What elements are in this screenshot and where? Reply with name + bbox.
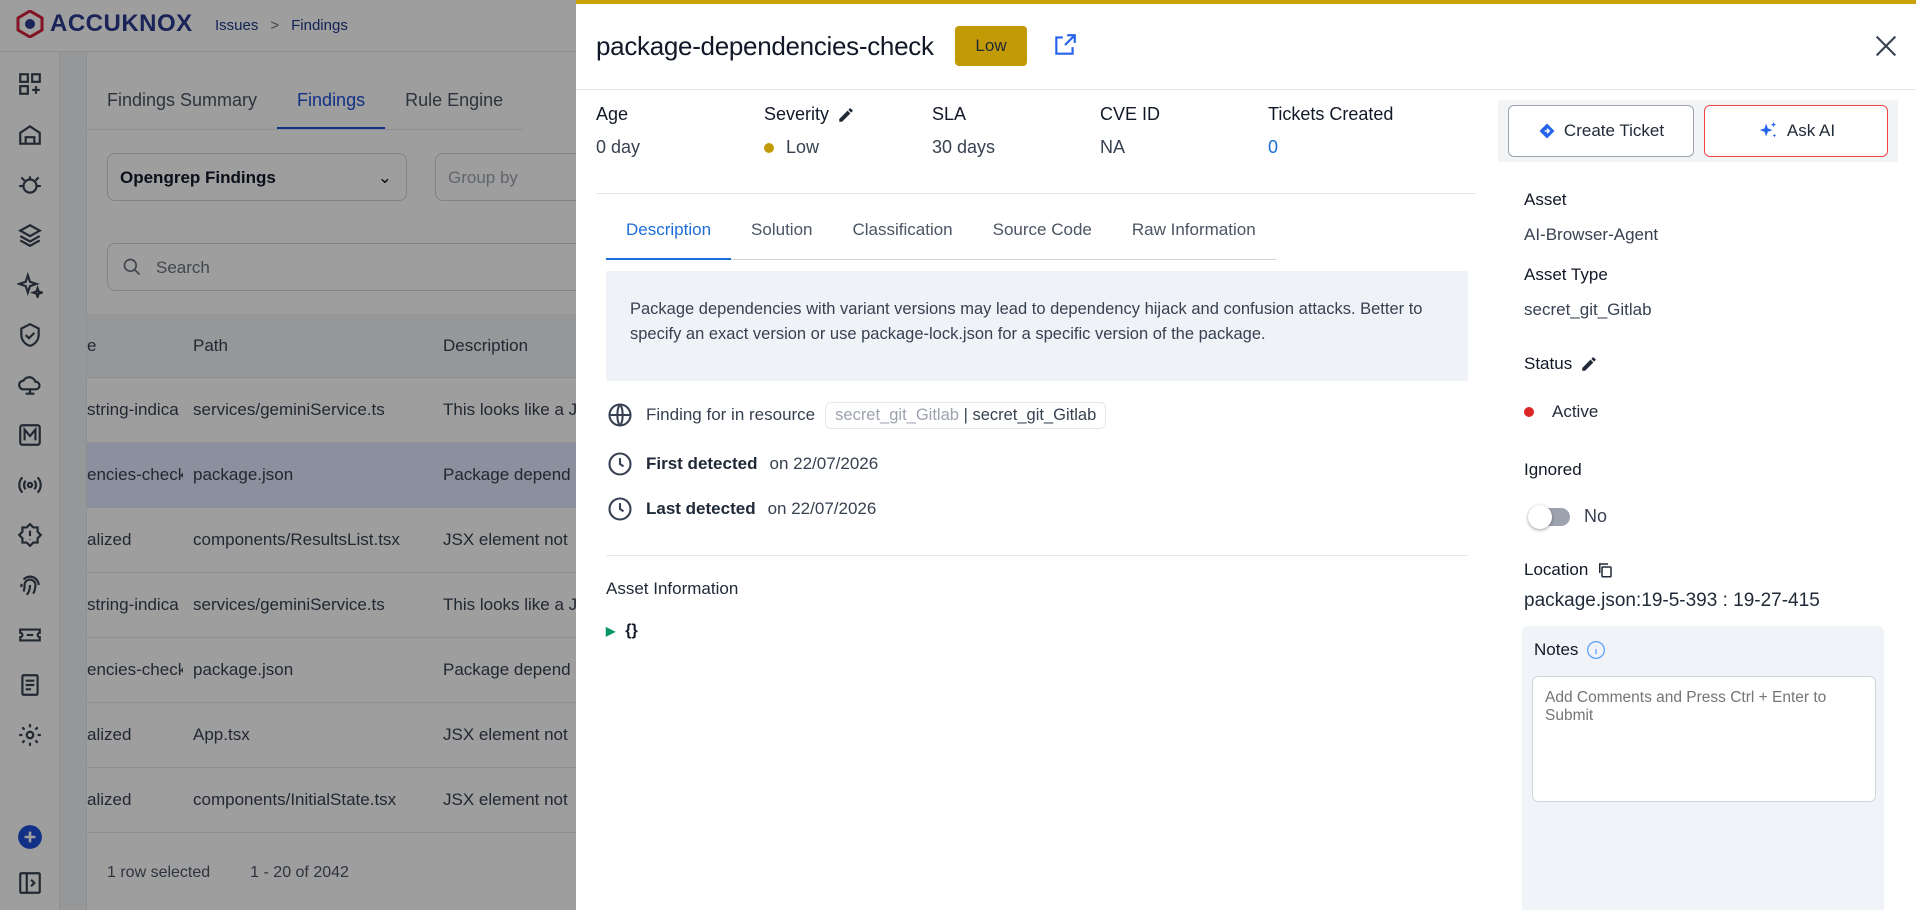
cve-label: CVE ID bbox=[1100, 104, 1161, 124]
clock-icon bbox=[608, 497, 632, 521]
edit-status-icon[interactable] bbox=[1580, 355, 1598, 373]
asset-type-section: Asset Type secret_git_Gitlab bbox=[1524, 265, 1894, 320]
first-detected-label: First detected bbox=[646, 454, 758, 473]
ask-ai-button[interactable]: Ask AI bbox=[1704, 105, 1888, 157]
tickets-count-link[interactable]: 0 bbox=[1268, 137, 1393, 158]
drawer-header: package-dependencies-check Low bbox=[576, 4, 1916, 90]
asset-json-tree[interactable]: ▶ {} bbox=[606, 622, 638, 640]
resource-line: Finding for in resource secret_git_Gitla… bbox=[606, 401, 1107, 429]
section-divider bbox=[606, 555, 1468, 556]
notes-textarea[interactable] bbox=[1532, 676, 1876, 802]
globe-icon bbox=[608, 403, 632, 427]
meta-age: Age 0 day bbox=[596, 104, 640, 158]
ignored-label: Ignored bbox=[1524, 460, 1582, 479]
status-label: Status bbox=[1524, 354, 1573, 373]
last-detected-value: on 22/07/2026 bbox=[767, 499, 877, 518]
sla-label: SLA bbox=[932, 104, 967, 124]
tab-classification[interactable]: Classification bbox=[832, 206, 972, 260]
clock-icon bbox=[608, 452, 632, 476]
location-value: package.json:19-5-393 : 19-27-415 bbox=[1524, 590, 1820, 611]
severity-value-row: Low bbox=[764, 137, 855, 158]
drawer-scrollbar[interactable] bbox=[1902, 100, 1912, 910]
tab-source-code[interactable]: Source Code bbox=[973, 206, 1112, 260]
notes-section: Notes bbox=[1522, 626, 1884, 910]
tab-raw-information[interactable]: Raw Information bbox=[1112, 206, 1276, 260]
ignored-section: Ignored No bbox=[1524, 460, 1894, 529]
location-label-row: Location bbox=[1524, 560, 1894, 580]
location-section: Location package.json:19-5-393 : 19-27-4… bbox=[1524, 560, 1894, 612]
tab-description[interactable]: Description bbox=[606, 206, 732, 260]
status-dot bbox=[1524, 407, 1534, 417]
meta-tickets: Tickets Created 0 bbox=[1268, 104, 1393, 158]
meta-severity: Severity Low bbox=[764, 104, 855, 158]
meta-cve: CVE ID NA bbox=[1100, 104, 1160, 158]
cve-value: NA bbox=[1100, 137, 1126, 157]
severity-badge: Low bbox=[955, 26, 1027, 66]
severity-value: Low bbox=[786, 137, 820, 157]
ask-ai-label: Ask AI bbox=[1786, 121, 1836, 140]
ignored-value: No bbox=[1584, 506, 1608, 526]
asset-type-label: Asset Type bbox=[1524, 265, 1608, 284]
tickets-label: Tickets Created bbox=[1268, 104, 1394, 124]
status-value-row: Active bbox=[1524, 402, 1894, 422]
create-ticket-button[interactable]: Create Ticket bbox=[1508, 105, 1694, 157]
last-detected-line: Last detected on 22/07/2026 bbox=[606, 495, 876, 523]
edit-severity-icon[interactable] bbox=[837, 106, 855, 124]
first-detected-line: First detected on 22/07/2026 bbox=[606, 450, 878, 478]
close-icon[interactable] bbox=[1872, 32, 1900, 65]
toggle-knob bbox=[1528, 504, 1552, 529]
finding-detail-drawer: package-dependencies-check Low Age 0 day… bbox=[576, 0, 1916, 910]
description-text: Package dependencies with variant versio… bbox=[606, 271, 1468, 381]
location-label: Location bbox=[1524, 560, 1589, 579]
last-detected-label: Last detected bbox=[646, 499, 756, 518]
create-ticket-label: Create Ticket bbox=[1563, 121, 1665, 140]
status-label-row: Status bbox=[1524, 354, 1894, 374]
severity-label: Severity bbox=[764, 104, 830, 124]
status-value: Active bbox=[1552, 402, 1599, 421]
expand-caret-icon[interactable]: ▶ bbox=[606, 624, 615, 638]
asset-type-value: secret_git_Gitlab bbox=[1524, 300, 1652, 319]
info-icon[interactable] bbox=[1586, 640, 1606, 660]
resource-separator: | bbox=[963, 405, 968, 424]
notes-title-row: Notes bbox=[1534, 640, 1606, 660]
ignored-toggle[interactable] bbox=[1528, 504, 1570, 529]
age-label: Age bbox=[596, 104, 629, 124]
asset-section: Asset AI-Browser-Agent bbox=[1524, 190, 1894, 245]
resource-label: Finding for in resource bbox=[646, 405, 816, 424]
action-buttons: Create Ticket Ask AI bbox=[1498, 100, 1898, 162]
asset-label: Asset bbox=[1524, 190, 1567, 209]
notes-label: Notes bbox=[1534, 640, 1579, 659]
sla-value: 30 days bbox=[932, 137, 996, 157]
severity-label-row: Severity bbox=[764, 104, 855, 125]
external-link-icon[interactable] bbox=[1052, 32, 1078, 63]
detail-tabs: Description Solution Classification Sour… bbox=[606, 206, 1276, 260]
meta-sla: SLA 30 days bbox=[932, 104, 995, 158]
age-value: 0 day bbox=[596, 137, 641, 157]
resource-name: secret_git_Gitlab bbox=[972, 405, 1097, 424]
severity-dot bbox=[764, 142, 774, 153]
first-detected-value: on 22/07/2026 bbox=[769, 454, 879, 473]
json-root: {} bbox=[625, 622, 638, 639]
ignored-value-row: No bbox=[1524, 504, 1894, 529]
diamond-icon bbox=[1539, 123, 1555, 139]
sparkles-icon bbox=[1759, 121, 1777, 138]
tab-solution[interactable]: Solution bbox=[731, 206, 832, 260]
asset-value: AI-Browser-Agent bbox=[1524, 225, 1659, 244]
finding-title: package-dependencies-check bbox=[596, 31, 934, 61]
resource-chip: secret_git_Gitlab | secret_git_Gitlab bbox=[825, 401, 1107, 429]
asset-information-title: Asset Information bbox=[606, 579, 739, 598]
finding-meta-row: Age 0 day Severity Low SLA 30 days CVE I… bbox=[596, 104, 1476, 194]
status-section: Status Active bbox=[1524, 354, 1894, 422]
copy-icon[interactable] bbox=[1596, 561, 1614, 579]
resource-type: secret_git_Gitlab bbox=[835, 405, 959, 424]
